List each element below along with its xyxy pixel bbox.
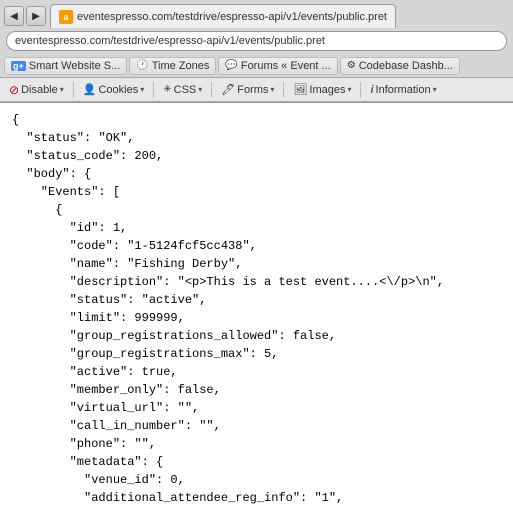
bookmark-time-zones[interactable]: 🕐 Time Zones [129,57,216,75]
separator-5 [360,82,361,98]
forms-button[interactable]: 🖊 Forms ▾ [216,82,279,97]
images-label: Images [309,84,345,96]
dev-toolbar: ⊘ Disable ▾ 👤 Cookies ▾ ✳ CSS ▾ 🖊 Forms … [0,78,513,102]
bookmarks-bar: g+ Smart Website S... 🕐 Time Zones 💬 For… [0,54,513,78]
bookmark-smart-website[interactable]: g+ Smart Website S... [4,57,127,75]
forward-button[interactable]: ▶ [26,6,46,26]
cookies-icon: 👤 [83,83,97,96]
information-label: Information [376,84,431,96]
tab-label: eventespresso.com/testdrive/espresso-api… [77,11,387,23]
separator-4 [283,82,284,98]
gear-icon: ⚙ [347,60,356,71]
active-tab[interactable]: a eventespresso.com/testdrive/espresso-a… [50,4,396,28]
tab-bar: ◀ ▶ a eventespresso.com/testdrive/espres… [0,0,513,28]
google-plus-icon: g+ [11,61,26,71]
bookmark-label: Smart Website S... [29,60,121,72]
information-icon: i [370,84,373,96]
clock-icon: 🕐 [136,60,148,71]
cookies-dropdown-arrow: ▾ [140,85,144,94]
images-button[interactable]: 🖼 Images ▾ [288,82,356,97]
images-icon: 🖼 [293,83,307,96]
back-button[interactable]: ◀ [4,6,24,26]
disable-dropdown-arrow: ▾ [60,85,64,94]
address-text: eventespresso.com/testdrive/espresso-api… [15,35,325,47]
address-bar-row: eventespresso.com/testdrive/espresso-api… [0,28,513,54]
disable-button[interactable]: ⊘ Disable ▾ [4,82,69,98]
content-area: { "status": "OK", "status_code": 200, "b… [0,103,513,508]
separator-2 [153,82,154,98]
bookmark-codebase[interactable]: ⚙ Codebase Dashb... [340,57,460,75]
nav-buttons: ◀ ▶ [4,6,46,26]
bookmark-label: Time Zones [152,60,210,72]
chat-icon: 💬 [225,60,237,71]
address-bar[interactable]: eventespresso.com/testdrive/espresso-api… [6,31,507,51]
information-button[interactable]: i Information ▾ [365,83,441,97]
bookmark-label: Codebase Dashb... [359,60,453,72]
forms-label: Forms [237,84,268,96]
cookies-button[interactable]: 👤 Cookies ▾ [78,82,149,97]
css-button[interactable]: ✳ CSS ▾ [158,83,207,97]
disable-label: Disable [21,84,58,96]
css-label: CSS [174,84,197,96]
forms-icon: 🖊 [221,83,235,96]
tab-favicon-icon: a [59,10,73,24]
bookmark-forums[interactable]: 💬 Forums « Event ... [218,57,337,75]
browser-chrome: ◀ ▶ a eventespresso.com/testdrive/espres… [0,0,513,103]
json-response: { "status": "OK", "status_code": 200, "b… [12,111,501,508]
bookmark-label: Forums « Event ... [241,60,331,72]
information-dropdown-arrow: ▾ [433,85,437,94]
disable-icon: ⊘ [9,83,19,97]
separator-3 [211,82,212,98]
css-icon: ✳ [163,84,171,95]
css-dropdown-arrow: ▾ [198,85,202,94]
images-dropdown-arrow: ▾ [347,85,351,94]
cookies-label: Cookies [98,84,138,96]
separator-1 [73,82,74,98]
forms-dropdown-arrow: ▾ [270,85,274,94]
